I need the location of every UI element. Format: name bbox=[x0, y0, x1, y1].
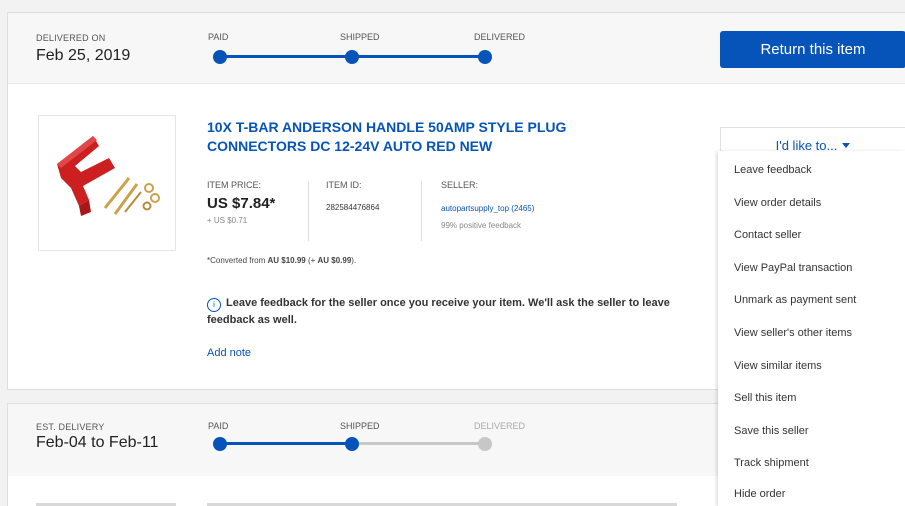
add-note-link[interactable]: Add note bbox=[207, 347, 251, 359]
item-title-link[interactable]: 10x T-BAR ANDERSON HANDLE 50AMP STYLE PL… bbox=[207, 118, 627, 156]
caret-down-icon bbox=[842, 142, 851, 148]
feedback-info-text: Leave feedback for the seller once you r… bbox=[207, 297, 670, 326]
seller-name-link[interactable]: autopartsupply_top (2465) bbox=[441, 204, 534, 213]
menu-item-leave-feedback[interactable]: Leave feedback bbox=[734, 164, 812, 176]
step-label-paid: PAID bbox=[208, 32, 229, 42]
step-label-delivered: DELIVERED bbox=[474, 421, 526, 431]
delivery-date-label: EST. DELIVERY bbox=[36, 422, 105, 432]
progress-dot-delivered bbox=[478, 437, 492, 451]
item-thumbnail[interactable] bbox=[38, 115, 176, 251]
conversion-amount: AU $10.99 bbox=[267, 256, 306, 265]
actions-dropdown-menu: Leave feedback View order details Contac… bbox=[718, 151, 905, 506]
seller-label: SELLER: bbox=[441, 180, 479, 190]
menu-item-view-order-details[interactable]: View order details bbox=[734, 197, 821, 209]
t-bar-handle-image bbox=[57, 136, 160, 216]
step-label-shipped: SHIPPED bbox=[340, 421, 380, 431]
menu-item-view-paypal-transaction[interactable]: View PayPal transaction bbox=[734, 262, 852, 274]
menu-item-sell-this-item[interactable]: Sell this item bbox=[734, 392, 796, 404]
progress-dot-paid bbox=[213, 50, 227, 64]
menu-item-contact-seller[interactable]: Contact seller bbox=[734, 229, 801, 241]
menu-item-hide-order[interactable]: Hide order bbox=[734, 488, 785, 500]
conversion-suffix: ). bbox=[351, 256, 357, 265]
order-status-bar: DELIVERED ON Feb 25, 2019 PAID SHIPPED D… bbox=[8, 13, 905, 84]
delivery-date-label: DELIVERED ON bbox=[36, 33, 106, 43]
menu-item-view-similar-items[interactable]: View similar items bbox=[734, 360, 822, 372]
delivery-date-value: Feb-04 to Feb-11 bbox=[36, 434, 159, 451]
conversion-prefix: *Converted from bbox=[207, 256, 268, 265]
info-icon: i bbox=[207, 298, 221, 312]
item-price: US $7.84* bbox=[207, 195, 276, 212]
divider bbox=[308, 181, 309, 241]
progress-dot-shipped bbox=[345, 437, 359, 451]
menu-item-track-shipment[interactable]: Track shipment bbox=[734, 457, 809, 469]
progress-track-complete bbox=[219, 442, 351, 445]
conversion-shipping: AU $0.99 bbox=[317, 256, 352, 265]
step-label-shipped: SHIPPED bbox=[340, 32, 380, 42]
divider bbox=[421, 181, 422, 241]
shipping-price: + US $0.71 bbox=[207, 216, 248, 225]
menu-item-save-this-seller[interactable]: Save this seller bbox=[734, 425, 809, 437]
seller-feedback-score: 99% positive feedback bbox=[441, 221, 522, 230]
progress-dot-shipped bbox=[345, 50, 359, 64]
purchase-history-page: DELIVERED ON Feb 25, 2019 PAID SHIPPED D… bbox=[0, 0, 905, 506]
item-id-value: 282584476864 bbox=[326, 203, 380, 212]
menu-item-view-sellers-other-items[interactable]: View seller's other items bbox=[734, 327, 852, 339]
item-id-label: ITEM ID: bbox=[326, 180, 362, 190]
progress-dot-delivered bbox=[478, 50, 492, 64]
delivery-date-value: Feb 25, 2019 bbox=[36, 47, 131, 64]
item-price-label: ITEM PRICE: bbox=[207, 180, 262, 190]
menu-item-unmark-payment-sent[interactable]: Unmark as payment sent bbox=[734, 294, 856, 306]
conversion-mid: (+ bbox=[305, 256, 318, 265]
currency-conversion-note: *Converted from AU $10.99 (+ AU $0.99). bbox=[207, 256, 356, 265]
progress-dot-paid bbox=[213, 437, 227, 451]
step-label-delivered: DELIVERED bbox=[474, 32, 526, 42]
progress-track-pending bbox=[351, 442, 483, 445]
step-label-paid: PAID bbox=[208, 421, 229, 431]
return-item-button[interactable]: Return this item bbox=[720, 31, 905, 68]
feedback-info-message: i Leave feedback for the seller once you … bbox=[207, 295, 687, 328]
